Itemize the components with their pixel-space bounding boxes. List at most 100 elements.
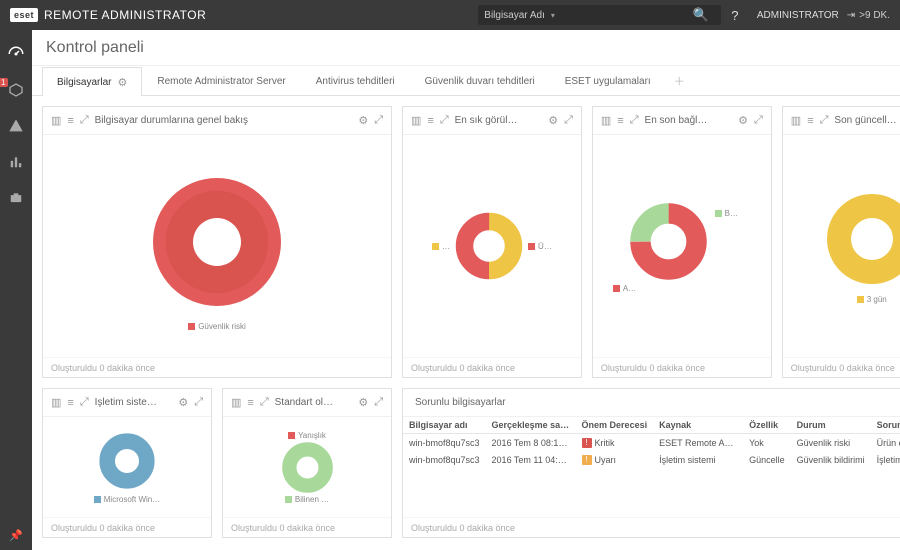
- table-header[interactable]: Gerçekleşme saati: [486, 417, 576, 434]
- panel-footer: Oluşturuldu 0 dakika önce: [593, 357, 771, 377]
- panel-footer: Oluşturuldu 0 dakika önce: [403, 357, 581, 377]
- expand-icon[interactable]: ⤢: [754, 114, 763, 127]
- panel-header: ▥ ≡ ⤢ Bilgisayar durumlarına genel bakış ⚙…: [43, 107, 391, 135]
- panel-overview: ▥ ≡ ⤢ Bilgisayar durumlarına genel bakış ⚙…: [42, 106, 392, 378]
- search-input[interactable]: [561, 10, 681, 21]
- table-header[interactable]: Bilgisayar adı: [403, 417, 486, 434]
- panel-last-conn: ▥ ≡ ⤢ En son bağl… ⚙ ⤢ B… A… Oluşturuldu 0 da…: [592, 106, 772, 378]
- donut-chart: [822, 189, 900, 289]
- gear-icon[interactable]: ⚙: [358, 114, 368, 127]
- session-time: >9 DK.: [859, 10, 890, 21]
- legend-label: Bilinen …: [295, 495, 329, 504]
- chart-icon[interactable]: ▥: [231, 396, 241, 409]
- donut-chart: [137, 162, 297, 322]
- table-header[interactable]: Kaynak: [653, 417, 743, 434]
- list-icon[interactable]: ≡: [617, 115, 623, 127]
- donut-chart: [454, 211, 524, 281]
- nav-dashboard[interactable]: [0, 38, 32, 70]
- tab-ra-server[interactable]: Remote Administrator Server: [142, 66, 300, 95]
- table-header[interactable]: Durum: [791, 417, 871, 434]
- panel-most-seen: ▥ ≡ ⤢ En sık görül… ⚙ ⤢ … Ü… Oluşturuldu 0 da…: [402, 106, 582, 378]
- panel-title: Standart ol…: [275, 397, 353, 408]
- table-header[interactable]: Sorun: [871, 417, 900, 434]
- tab-label: Antivirus tehditleri: [316, 76, 395, 87]
- list-icon[interactable]: ≡: [807, 115, 813, 127]
- panel-title: En son bağl…: [645, 115, 733, 126]
- tab-fw-threats[interactable]: Güvenlik duvarı tehditleri: [410, 66, 550, 95]
- panel-footer: Oluşturuldu 0 dakika önce: [43, 517, 211, 537]
- pin-icon[interactable]: 📌: [9, 529, 23, 542]
- gear-icon[interactable]: ⚙: [358, 396, 368, 409]
- chart-icon[interactable]: ▥: [411, 114, 421, 127]
- search[interactable]: Bilgisayar Adı ▾ 🔍: [478, 5, 721, 25]
- admin-label[interactable]: ADMINISTRATOR: [749, 10, 847, 21]
- share-icon[interactable]: ⤢: [80, 396, 89, 409]
- problems-table: Bilgisayar adıGerçekleşme saatiÖnem Dere…: [403, 417, 900, 468]
- nav-threats[interactable]: [0, 110, 32, 142]
- list-icon[interactable]: ≡: [67, 115, 73, 127]
- tab-eset-apps[interactable]: ESET uygulamaları: [550, 66, 666, 95]
- legend-label: A…: [623, 284, 636, 293]
- chart-icon[interactable]: ▥: [601, 114, 611, 127]
- brand-logo: eset: [10, 8, 38, 22]
- topbar: eset REMOTE ADMINISTRATOR Bilgisayar Adı…: [0, 0, 900, 30]
- expand-icon[interactable]: ⤢: [374, 114, 383, 127]
- table-header[interactable]: Özellik: [743, 417, 791, 434]
- legend-label: B…: [725, 209, 738, 218]
- chevron-down-icon[interactable]: ▾: [551, 11, 555, 20]
- expand-icon[interactable]: ⤢: [374, 396, 383, 409]
- expand-icon[interactable]: ⤢: [564, 114, 573, 127]
- page-title: Kontrol paneli: [46, 39, 144, 57]
- legend-label: …: [442, 242, 450, 251]
- dashboard: ▥ ≡ ⤢ Bilgisayar durumlarına genel bakış ⚙…: [32, 96, 900, 550]
- table-row[interactable]: win-bmof8qu7sc32016 Tem 8 08:15:…!Kritik…: [403, 434, 900, 452]
- page-header: Kontrol paneli ⟲: [32, 30, 900, 66]
- legend-label: 3 gün: [867, 295, 887, 304]
- list-icon[interactable]: ≡: [427, 115, 433, 127]
- panel-os: ▥≡⤢İşletim siste…⚙⤢ Microsoft Win… Oluşt…: [42, 388, 212, 538]
- panel-title: En sık görül…: [455, 115, 543, 126]
- tab-label: ESET uygulamaları: [565, 76, 651, 87]
- gear-icon[interactable]: ⚙: [117, 76, 127, 89]
- expand-icon[interactable]: ⤢: [194, 396, 203, 409]
- logout-icon: ⇥: [847, 10, 855, 21]
- share-icon[interactable]: ⤢: [440, 114, 449, 127]
- table-row[interactable]: win-bmof8qu7sc32016 Tem 11 04:2…!Uyarıİş…: [403, 451, 900, 468]
- table-header[interactable]: Önem Derecesi: [576, 417, 654, 434]
- gear-icon[interactable]: ⚙: [178, 396, 188, 409]
- panel-footer: Oluşturuldu 0 dakika önce: [43, 357, 391, 377]
- help-icon[interactable]: ?: [721, 8, 749, 23]
- panel-standard: ▥ ≡ ⤢ Standart ol… ⚙ ⤢ Yanışlık Bilinen … Olu…: [222, 388, 392, 538]
- share-icon[interactable]: ⤢: [80, 114, 89, 127]
- panel-title: Bilgisayar durumlarına genel bakış: [95, 115, 353, 126]
- add-tab-button[interactable]: ＋: [666, 73, 693, 89]
- legend-label: Yanışlık: [298, 431, 326, 440]
- share-icon[interactable]: ⤢: [820, 114, 829, 127]
- brand-name: REMOTE ADMINISTRATOR: [44, 8, 206, 22]
- legend-label: Ü…: [538, 242, 552, 251]
- gear-icon[interactable]: ⚙: [548, 114, 558, 127]
- tab-av-threats[interactable]: Antivirus tehditleri: [301, 66, 410, 95]
- legend-label: Microsoft Win…: [104, 495, 160, 504]
- legend-label: Güvenlik riski: [198, 322, 246, 331]
- share-icon[interactable]: ⤢: [630, 114, 639, 127]
- search-filter[interactable]: Bilgisayar Adı: [484, 10, 545, 21]
- panel-footer: Oluşturuldu 0 dakika önce: [223, 517, 391, 537]
- logout-button[interactable]: ⇥ >9 DK.: [847, 10, 890, 21]
- share-icon[interactable]: ⤢: [260, 396, 269, 409]
- chart-icon[interactable]: ▥: [791, 114, 801, 127]
- list-icon[interactable]: ≡: [67, 397, 73, 409]
- gear-icon[interactable]: ⚙: [738, 114, 748, 127]
- brand: eset REMOTE ADMINISTRATOR: [10, 8, 206, 22]
- nav-reports[interactable]: [0, 146, 32, 178]
- nav-computers[interactable]: 1: [0, 74, 32, 106]
- tab-label: Güvenlik duvarı tehditleri: [425, 76, 535, 87]
- search-icon[interactable]: 🔍: [687, 7, 715, 23]
- nav-admin[interactable]: [0, 182, 32, 214]
- donut-chart: [280, 440, 335, 495]
- panel-last-update: ▥≡⤢Son güncell…⚙⤢ 3 gün Oluşturuldu 0 da…: [782, 106, 900, 378]
- list-icon[interactable]: ≡: [247, 397, 253, 409]
- tab-computers[interactable]: Bilgisayarlar⚙: [42, 67, 142, 96]
- chart-icon[interactable]: ▥: [51, 396, 61, 409]
- chart-icon[interactable]: ▥: [51, 114, 61, 127]
